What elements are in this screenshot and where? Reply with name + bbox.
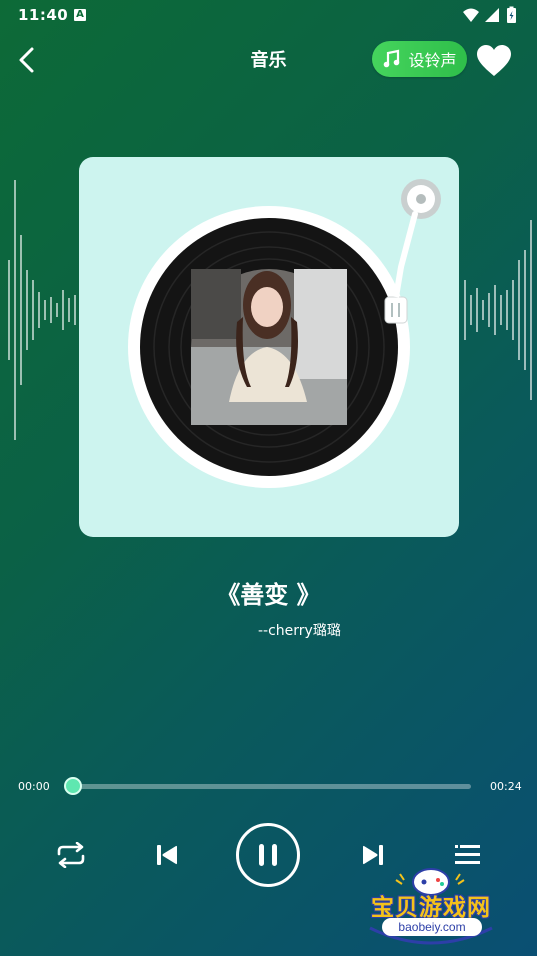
watermark-url: baobeiy.com — [382, 918, 482, 936]
set-ringtone-button[interactable]: 设铃声 — [372, 41, 467, 77]
favorite-heart-icon[interactable] — [476, 44, 512, 78]
music-note-icon — [384, 49, 400, 68]
status-bar: 11:40 A — [0, 0, 537, 32]
status-time: 11:40 — [18, 6, 69, 24]
total-time: 00:24 — [490, 780, 522, 793]
notification-icon: A — [74, 9, 86, 21]
progress-thumb[interactable] — [64, 777, 82, 795]
set-ringtone-label: 设铃声 — [408, 51, 457, 70]
sound-wave-left — [8, 180, 76, 440]
sound-wave-right — [464, 220, 532, 400]
site-watermark: 宝贝游戏网 baobeiy.com — [356, 862, 506, 952]
watermark-name: 宝贝游戏网 — [371, 895, 491, 921]
signal-icon — [485, 8, 499, 22]
album-cover-photo — [191, 269, 347, 425]
vinyl-record — [128, 179, 441, 488]
song-artist: --cherry璐璐 — [258, 623, 341, 639]
previous-track-icon[interactable] — [155, 843, 179, 867]
tonearm — [384, 179, 441, 324]
current-time: 00:00 — [18, 780, 50, 793]
pause-icon — [259, 844, 277, 866]
progress-track[interactable] — [72, 784, 471, 789]
album-card — [79, 157, 459, 537]
song-title: 《善变 》 — [216, 581, 321, 609]
header: 音乐 设铃声 — [0, 36, 537, 84]
pause-button[interactable] — [236, 823, 300, 887]
status-icons — [463, 6, 516, 23]
repeat-icon[interactable] — [55, 842, 87, 868]
wifi-icon — [463, 8, 479, 22]
